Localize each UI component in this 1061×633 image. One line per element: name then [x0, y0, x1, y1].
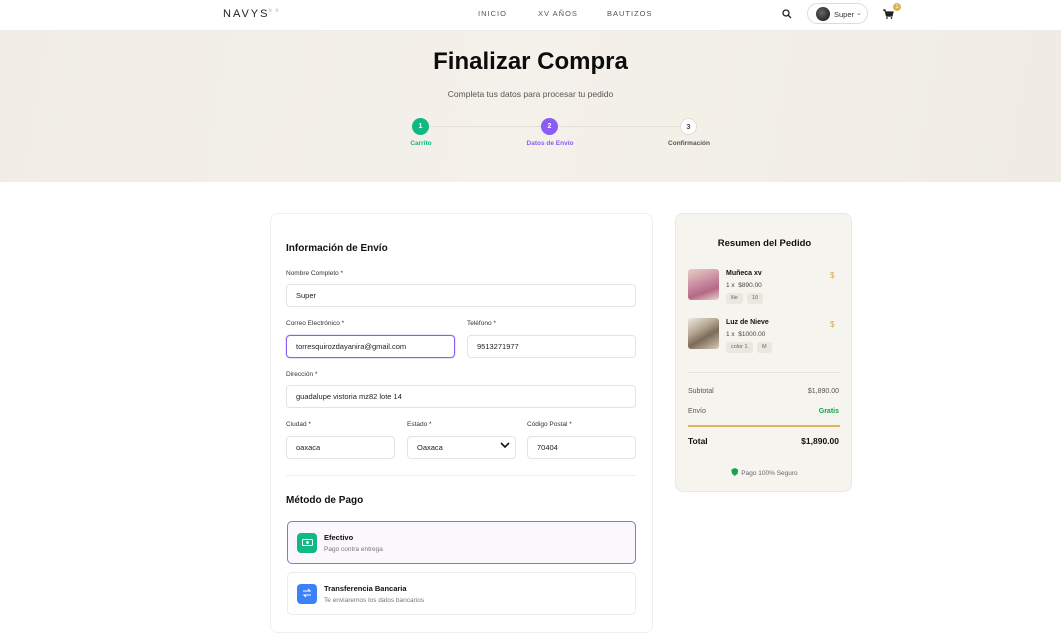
cart-count-badge: 1 [893, 3, 901, 11]
state-label: Estado * [407, 421, 432, 428]
brand-logo-mark: ª ª [269, 9, 280, 16]
subtotal-value: $1,890.00 [807, 388, 839, 395]
summary-item-price: $ [830, 271, 835, 280]
subtotal-label: Subtotal [688, 388, 714, 395]
cart-icon[interactable] [882, 8, 894, 20]
summary-item-tag: M [757, 342, 772, 353]
chevron-down-icon: ⌄ [856, 10, 862, 17]
page-subtitle: Completa tus datos para procesar tu pedi… [447, 89, 614, 99]
email-label: Correo Electrónico * [286, 320, 345, 327]
summary-item-qty: 1 x $890.00 [726, 282, 762, 289]
summary-title: Resumen del Pedido [717, 238, 812, 249]
payment-option-title: Transferencia Bancaria [324, 584, 407, 593]
divider [286, 475, 636, 476]
payment-option-cash[interactable]: Efectivo Pago contra entrega [287, 521, 636, 564]
divider [688, 372, 840, 373]
brand-logo[interactable]: NAVYS [223, 8, 269, 20]
user-menu-button[interactable]: Super ⌄ [807, 3, 868, 24]
checkout-hero: Finalizar Compra Completa tus datos para… [0, 31, 1061, 182]
avatar [816, 7, 830, 21]
secure-payment-note: Pago 100% Seguro [676, 468, 853, 477]
step-connector [430, 126, 541, 127]
name-label: Nombre Completo * [286, 270, 344, 277]
phone-field[interactable] [467, 335, 636, 358]
email-field[interactable] [286, 335, 455, 358]
payment-option-transfer[interactable]: Transferencia Bancaria Te enviaremos los… [287, 572, 636, 615]
zip-label: Código Postal * [527, 421, 572, 428]
cash-icon [297, 533, 317, 553]
total-value: $1,890.00 [801, 436, 839, 446]
user-name: Super [834, 10, 855, 19]
summary-item-name: Muñeca xv [726, 270, 762, 277]
summary-item-tag: 10 [747, 293, 764, 304]
summary-item-qty: 1 x $1000.00 [726, 331, 766, 338]
step-1-indicator: 1 [412, 118, 429, 135]
step-1-label: Carrito [410, 140, 432, 147]
payment-option-desc: Te enviaremos los datos bancarios [324, 597, 425, 604]
transfer-icon [297, 584, 317, 604]
payment-section-title: Método de Pago [286, 495, 364, 506]
total-label: Total [688, 436, 708, 446]
product-thumbnail [688, 318, 719, 349]
nav-link-xv-anos[interactable]: XV AÑOS [538, 9, 578, 18]
total-divider [688, 425, 840, 427]
top-navbar: NAVYS ª ª INICIO XV AÑOS BAUTIZOS Super … [0, 0, 1061, 31]
step-connector [559, 126, 680, 127]
city-label: Ciudad * [286, 421, 311, 428]
step-2-indicator: 2 [541, 118, 558, 135]
phone-label: Teléfono * [467, 320, 496, 327]
step-3-indicator: 3 [680, 118, 697, 135]
step-2-label: Datos de Envío [526, 140, 574, 147]
chevron-down-icon [500, 441, 510, 452]
product-thumbnail [688, 269, 719, 300]
payment-option-desc: Pago contra entrega [324, 546, 383, 553]
summary-item-tag: lile [726, 293, 743, 304]
shipping-cost-label: Envío [688, 408, 706, 415]
step-3-label: Confirmación [668, 140, 710, 147]
city-field[interactable] [286, 436, 395, 459]
state-select-value: Oaxaca [417, 443, 443, 452]
order-summary-card: Resumen del Pedido Muñeca xv 1 x $890.00… [675, 213, 852, 492]
summary-item-price: $ [830, 320, 835, 329]
shield-icon [731, 468, 739, 476]
address-field[interactable] [286, 385, 636, 408]
address-label: Dirección * [286, 371, 318, 378]
shipping-cost-value: Gratis [818, 408, 839, 415]
full-name-field[interactable] [286, 284, 636, 307]
summary-item-tag: color 1 [726, 342, 753, 353]
payment-option-title: Efectivo [324, 533, 354, 542]
page-title: Finalizar Compra [433, 48, 628, 75]
postal-code-field[interactable] [527, 436, 636, 459]
summary-item-name: Luz de Nieve [726, 319, 769, 326]
nav-link-bautizos[interactable]: BAUTIZOS [607, 9, 653, 18]
nav-link-inicio[interactable]: INICIO [478, 9, 507, 18]
secure-payment-text: Pago 100% Seguro [741, 470, 798, 477]
shipping-section-title: Información de Envío [286, 243, 388, 254]
search-icon[interactable] [781, 8, 793, 20]
